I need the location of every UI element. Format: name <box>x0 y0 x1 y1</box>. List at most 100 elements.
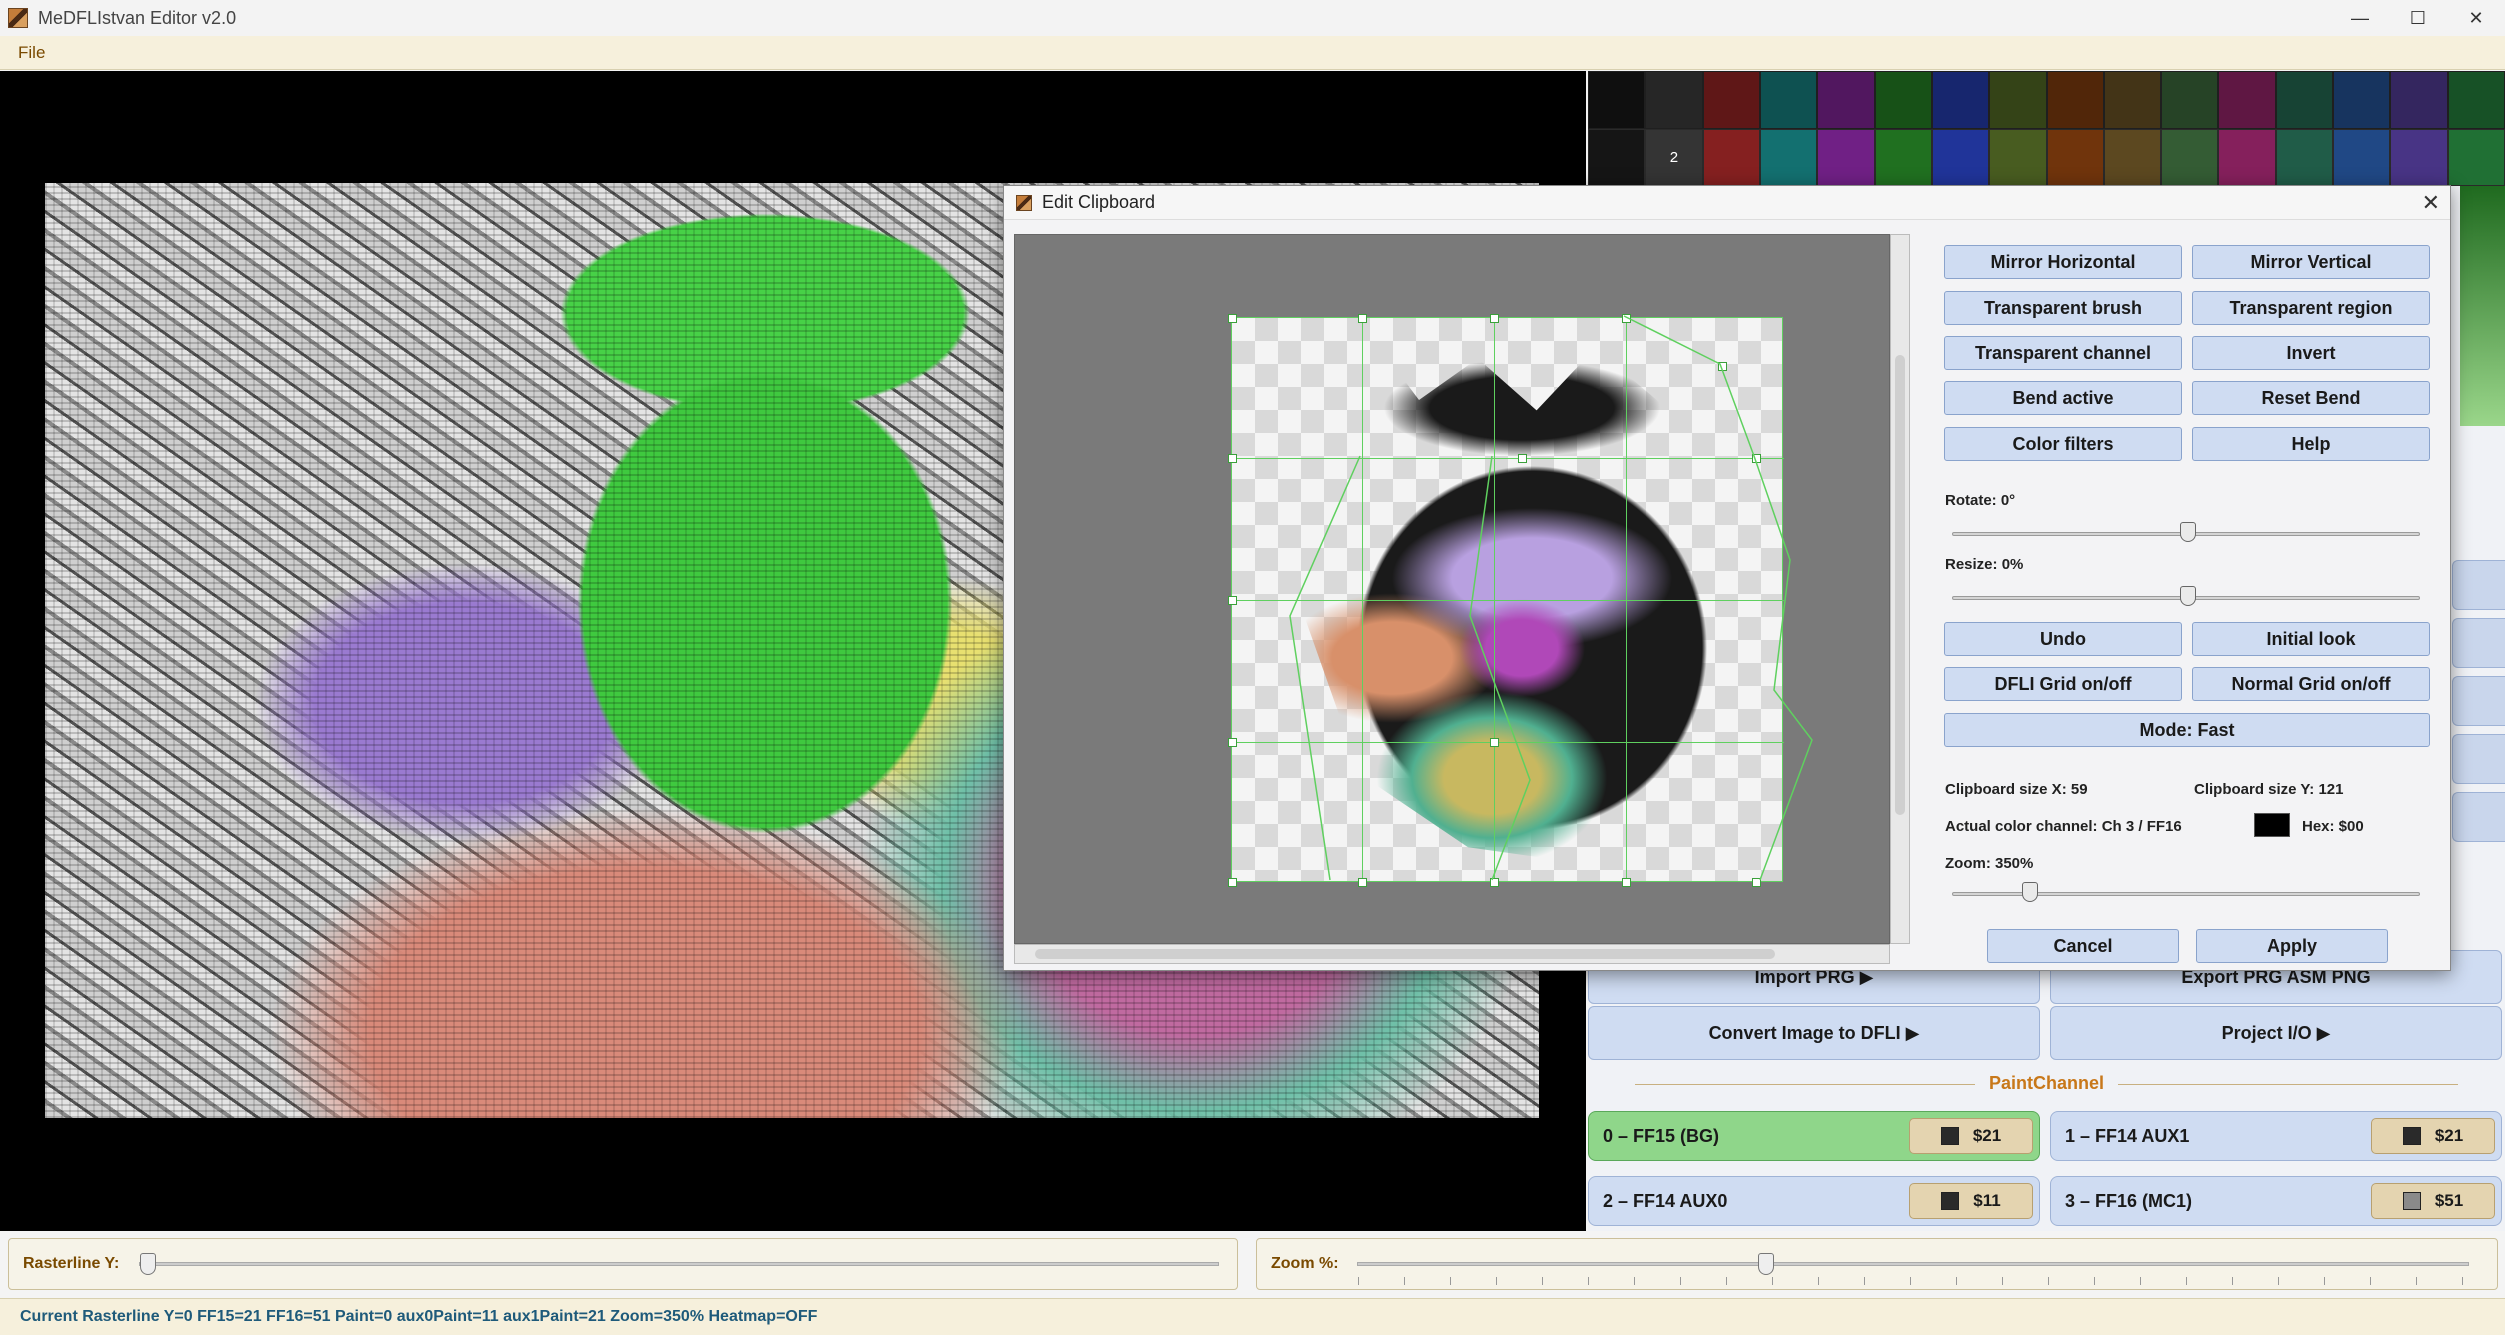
palette-cell[interactable] <box>2046 128 2104 186</box>
bend-mesh-overlay <box>1289 315 1813 881</box>
channel-color-chip[interactable]: $21 <box>1909 1118 2033 1154</box>
palette-cell[interactable] <box>1817 128 1875 186</box>
palette-cell[interactable] <box>2447 71 2505 129</box>
hidden-button[interactable] <box>2452 676 2505 726</box>
dfli-grid-button[interactable]: DFLI Grid on/off <box>1944 667 2182 701</box>
project-io-button[interactable]: Project I/O ▶ <box>2050 1006 2502 1060</box>
palette-cell[interactable] <box>2333 71 2391 129</box>
palette-cell[interactable] <box>2161 71 2219 129</box>
menu-bar: File <box>0 36 2505 70</box>
hidden-button[interactable] <box>2452 560 2505 610</box>
transparent-channel-button[interactable]: Transparent channel <box>1944 336 2182 370</box>
palette-cell[interactable] <box>2275 128 2334 186</box>
vertical-scroll-thumb[interactable] <box>1895 355 1905 815</box>
palette-cell[interactable] <box>2046 71 2104 129</box>
palette-cell[interactable] <box>1989 71 2047 129</box>
channel-2-button[interactable]: 2 – FF14 AUX0 $11 <box>1588 1176 2040 1226</box>
hidden-button[interactable] <box>2452 734 2505 784</box>
color-swatch <box>2402 1192 2421 1210</box>
rasterline-label: Rasterline Y: <box>23 1255 120 1272</box>
bend-outline <box>1623 315 1813 881</box>
rasterline-slider-thumb[interactable] <box>140 1253 156 1275</box>
channel-label: 2 – FF14 AUX0 <box>1603 1190 1728 1211</box>
transparent-region-button[interactable]: Transparent region <box>2192 291 2430 325</box>
palette-cell[interactable] <box>2103 71 2162 129</box>
paint-channel-title: PaintChannel <box>1588 1073 2505 1094</box>
rasterline-slider-row: Rasterline Y: <box>8 1238 1238 1290</box>
help-button[interactable]: Help <box>2192 427 2430 461</box>
clipboard-size-y: Clipboard size Y: 121 <box>2194 781 2344 798</box>
maximize-button[interactable]: ☐ <box>2389 0 2447 36</box>
palette-cell[interactable] <box>1702 71 1760 129</box>
hidden-button[interactable] <box>2452 792 2505 842</box>
hidden-panel-buttons <box>2452 560 2505 880</box>
channel-hex: $11 <box>1973 1191 2001 1210</box>
hex-color-swatch <box>2254 813 2290 837</box>
normal-grid-button[interactable]: Normal Grid on/off <box>2192 667 2430 701</box>
palette-cell[interactable]: 2 <box>1645 128 1703 186</box>
palette-cell[interactable] <box>2275 71 2334 129</box>
invert-button[interactable]: Invert <box>2192 336 2430 370</box>
palette-cell[interactable] <box>2161 128 2219 186</box>
bend-curve <box>1289 455 1361 881</box>
initial-look-button[interactable]: Initial look <box>2192 622 2430 656</box>
convert-image-button[interactable]: Convert Image to DFLI ▶ <box>1588 1006 2040 1060</box>
channel-3-button[interactable]: 3 – FF16 (MC1) $51 <box>2050 1176 2502 1226</box>
horizontal-scroll-thumb[interactable] <box>1035 949 1775 959</box>
reset-bend-button[interactable]: Reset Bend <box>2192 381 2430 415</box>
channel-color-chip[interactable]: $11 <box>1909 1183 2033 1219</box>
palette-cell[interactable] <box>1989 128 2047 186</box>
color-filters-button[interactable]: Color filters <box>1944 427 2182 461</box>
zoom-slider-thumb[interactable] <box>1758 1253 1774 1275</box>
palette-cell[interactable] <box>2333 128 2391 186</box>
palette-cell[interactable] <box>1817 71 1875 129</box>
resize-slider-thumb[interactable] <box>2180 586 2196 606</box>
palette-cell[interactable] <box>1759 128 1818 186</box>
palette-cell[interactable] <box>1931 71 1990 129</box>
cancel-button[interactable]: Cancel <box>1987 929 2179 963</box>
dialog-title: Edit Clipboard <box>1042 192 1156 212</box>
vertical-scrollbar[interactable] <box>1890 234 1910 944</box>
palette-cell[interactable] <box>1588 71 1646 129</box>
palette-cell[interactable] <box>2390 71 2448 129</box>
palette-cell[interactable] <box>2218 128 2276 186</box>
rotate-slider-thumb[interactable] <box>2180 522 2196 542</box>
palette-cell[interactable] <box>1931 128 1990 186</box>
dialog-zoom-slider-thumb[interactable] <box>2022 882 2038 902</box>
rasterline-slider[interactable] <box>139 1253 1219 1275</box>
minimize-button[interactable]: — <box>2331 0 2389 36</box>
mirror-horizontal-button[interactable]: Mirror Horizontal <box>1944 245 2182 279</box>
menu-file[interactable]: File <box>0 43 63 63</box>
palette-cell[interactable] <box>2218 71 2276 129</box>
color-swatch <box>1941 1192 1960 1210</box>
close-button[interactable]: ✕ <box>2447 0 2505 36</box>
channel-1-button[interactable]: 1 – FF14 AUX1 $21 <box>2050 1111 2502 1161</box>
channel-label: 1 – FF14 AUX1 <box>2065 1125 2190 1146</box>
hidden-button[interactable] <box>2452 618 2505 668</box>
undo-button[interactable]: Undo <box>1944 622 2182 656</box>
palette-cell[interactable] <box>1874 71 1932 129</box>
bend-active-button[interactable]: Bend active <box>1944 381 2182 415</box>
palette-cell[interactable] <box>1645 71 1703 129</box>
palette-cell[interactable] <box>1588 128 1646 186</box>
channel-color-chip[interactable]: $51 <box>2371 1183 2495 1219</box>
channel-hex: $21 <box>1972 1126 2002 1145</box>
transparent-brush-button[interactable]: Transparent brush <box>1944 291 2182 325</box>
channel-color-chip[interactable]: $21 <box>2371 1118 2495 1154</box>
horizontal-scrollbar[interactable] <box>1014 944 1890 964</box>
mirror-vertical-button[interactable]: Mirror Vertical <box>2192 245 2430 279</box>
palette-cell[interactable] <box>1759 71 1818 129</box>
palette-cell[interactable] <box>1702 128 1760 186</box>
palette-cell[interactable] <box>1874 128 1932 186</box>
edit-clipboard-dialog: Edit Clipboard ✕ Mirror Horizontal Mirro… <box>1003 185 2451 971</box>
dialog-close-icon[interactable]: ✕ <box>2422 190 2440 216</box>
resize-label: Resize: 0% <box>1945 556 2024 573</box>
channel-0-button[interactable]: 0 – FF15 (BG) $21 <box>1588 1111 2040 1161</box>
palette-cell[interactable] <box>2447 128 2505 186</box>
apply-button[interactable]: Apply <box>2196 929 2388 963</box>
palette-cell[interactable] <box>2103 128 2162 186</box>
zoom-slider[interactable] <box>1357 1253 2469 1285</box>
palette-cell[interactable] <box>2390 128 2448 186</box>
color-palette[interactable]: 2 <box>1588 71 2505 186</box>
mode-button[interactable]: Mode: Fast <box>1944 713 2430 747</box>
